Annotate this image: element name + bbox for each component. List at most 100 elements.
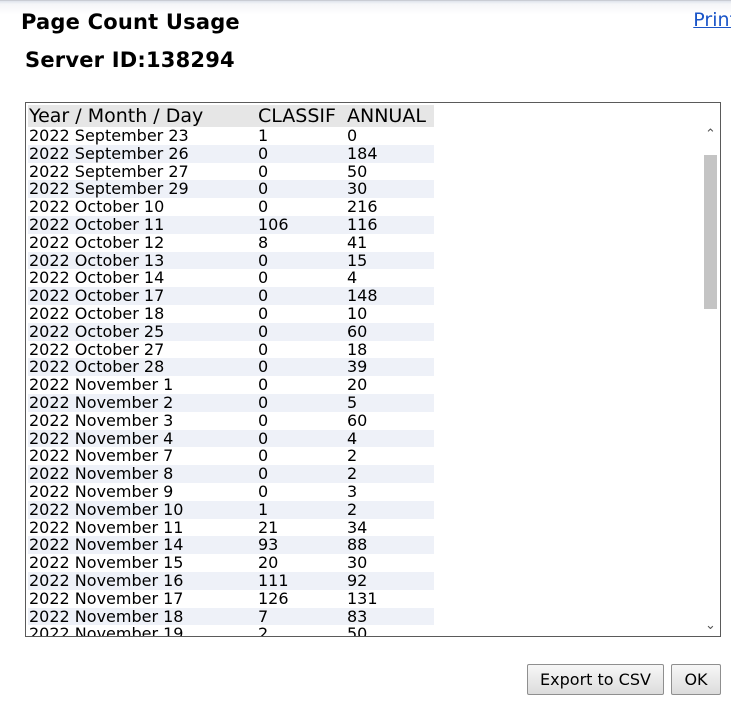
cell-date: 2022 November 3: [29, 410, 174, 430]
table-row[interactable]: 2022 September 26 0 184: [28, 143, 434, 163]
cell-classif: 0: [258, 464, 269, 484]
cell-classif: 20: [258, 553, 279, 573]
cell-annual: 30: [347, 553, 368, 573]
cell-date: 2022 November 9: [29, 481, 174, 501]
cell-date: 2022 September 23: [29, 126, 189, 145]
table-row[interactable]: 2022 November 1 0 20: [28, 376, 434, 394]
cell-date: 2022 September 26: [29, 143, 189, 163]
cell-classif: 0: [258, 410, 269, 430]
vertical-scrollbar[interactable]: ⌃ ⌄: [702, 125, 719, 636]
cell-annual: 116: [347, 214, 378, 234]
cell-classif: 1: [258, 126, 269, 145]
cell-date: 2022 November 15: [29, 553, 184, 573]
scrollbar-thumb[interactable]: [704, 155, 717, 309]
cell-date: 2022 October 17: [29, 286, 165, 306]
cell-date: 2022 October 10: [29, 197, 165, 217]
cell-date: 2022 October 12: [29, 232, 165, 252]
table-row[interactable]: 2022 October 11 106 116: [28, 216, 434, 234]
column-header-classif[interactable]: CLASSIF: [258, 105, 347, 127]
table-row[interactable]: 2022 September 23 1 0: [28, 127, 434, 145]
column-header-annual[interactable]: ANNUAL: [347, 105, 434, 127]
cell-annual: 20: [347, 375, 368, 395]
table-row[interactable]: 2022 November 15 20 30: [28, 554, 434, 572]
cell-annual: 30: [347, 179, 368, 199]
table-row[interactable]: 2022 November 10 1 2: [28, 499, 434, 519]
table-row[interactable]: 2022 November 18 7 83: [28, 606, 434, 626]
table-row[interactable]: 2022 November 17 126 131: [28, 588, 434, 608]
table-row[interactable]: 2022 November 7 0 2: [28, 447, 434, 465]
table-row[interactable]: 2022 October 14 0 4: [28, 269, 434, 287]
cell-classif: 21: [258, 517, 279, 537]
cell-annual: 34: [347, 517, 368, 537]
cell-annual: 39: [347, 357, 368, 377]
cell-classif: 0: [258, 179, 269, 199]
cell-date: 2022 September 27: [29, 161, 189, 181]
cell-classif: 0: [258, 357, 269, 377]
cell-classif: 0: [258, 339, 269, 359]
table-body: 2022 September 23 1 0 2022 September 26 0 184…: [28, 127, 434, 636]
chevron-down-icon[interactable]: ⌄: [702, 618, 719, 634]
cell-date: 2022 October 28: [29, 357, 165, 377]
table-row[interactable]: 2022 November 2 0 5: [28, 394, 434, 412]
cell-classif: 7: [258, 606, 269, 626]
cell-date: 2022 November 18: [29, 606, 184, 626]
cell-annual: 50: [347, 161, 368, 181]
chevron-up-icon[interactable]: ⌃: [702, 127, 719, 143]
cell-classif: 0: [258, 375, 269, 395]
cell-annual: 0: [347, 126, 358, 145]
cell-classif: 0: [258, 286, 269, 306]
print-link[interactable]: Print: [693, 9, 731, 31]
cell-classif: 0: [258, 250, 269, 270]
usage-table-box[interactable]: Year / Month / Day CLASSIF ANNUAL 2022 S…: [25, 102, 721, 637]
table-row[interactable]: 2022 November 19 2 50: [28, 625, 434, 636]
cell-date: 2022 October 25: [29, 321, 165, 341]
cell-classif: 93: [258, 535, 279, 555]
table-row[interactable]: 2022 November 9 0 3: [28, 483, 434, 501]
ok-button[interactable]: OK: [671, 664, 721, 695]
table-row[interactable]: 2022 November 8 0 2: [28, 465, 434, 483]
table-row[interactable]: 2022 November 11 21 34: [28, 517, 434, 537]
cell-date: 2022 November 8: [29, 464, 174, 484]
cell-annual: 131: [347, 588, 378, 608]
cell-date: 2022 October 27: [29, 339, 165, 359]
export-csv-button[interactable]: Export to CSV: [527, 664, 664, 695]
server-id-label: Server ID:138294: [25, 48, 235, 72]
cell-date: 2022 November 14: [29, 535, 184, 555]
table-row[interactable]: 2022 October 25 0 60: [28, 321, 434, 341]
table-row[interactable]: 2022 November 4 0 4: [28, 428, 434, 448]
table-row[interactable]: 2022 November 3 0 60: [28, 410, 434, 430]
cell-classif: 0: [258, 446, 269, 466]
cell-annual: 3: [347, 481, 358, 501]
table-row[interactable]: 2022 October 10 0 216: [28, 198, 434, 216]
table-row[interactable]: 2022 November 16 111 92: [28, 572, 434, 590]
cell-classif: 0: [258, 428, 269, 448]
table-row[interactable]: 2022 September 29 0 30: [28, 179, 434, 199]
cell-classif: 0: [258, 143, 269, 163]
cell-date: 2022 October 13: [29, 250, 165, 270]
cell-annual: 41: [347, 232, 368, 252]
table-row[interactable]: 2022 October 18 0 10: [28, 305, 434, 323]
cell-classif: 0: [258, 161, 269, 181]
table-row[interactable]: 2022 October 17 0 148: [28, 287, 434, 305]
cell-date: 2022 November 2: [29, 392, 174, 412]
cell-annual: 184: [347, 143, 378, 163]
table-row[interactable]: 2022 October 27 0 18: [28, 339, 434, 359]
table-row[interactable]: 2022 October 13 0 15: [28, 250, 434, 270]
cell-date: 2022 November 7: [29, 446, 174, 466]
cell-annual: 2: [347, 499, 358, 519]
column-header-date[interactable]: Year / Month / Day: [28, 105, 258, 127]
table-row[interactable]: 2022 October 12 8 41: [28, 232, 434, 252]
cell-classif: 8: [258, 232, 269, 252]
table-row[interactable]: 2022 November 14 93 88: [28, 535, 434, 555]
page-count-dialog: Page Count Usage Print Server ID:138294 …: [0, 0, 731, 707]
cell-classif: 0: [258, 392, 269, 412]
cell-annual: 60: [347, 321, 368, 341]
table-row[interactable]: 2022 September 27 0 50: [28, 161, 434, 181]
cell-annual: 148: [347, 286, 378, 306]
cell-annual: 60: [347, 410, 368, 430]
cell-date: 2022 November 17: [29, 588, 184, 608]
cell-annual: 83: [347, 606, 368, 626]
cell-annual: 10: [347, 303, 368, 323]
table-row[interactable]: 2022 October 28 0 39: [28, 357, 434, 377]
dialog-title: Page Count Usage: [21, 10, 240, 34]
